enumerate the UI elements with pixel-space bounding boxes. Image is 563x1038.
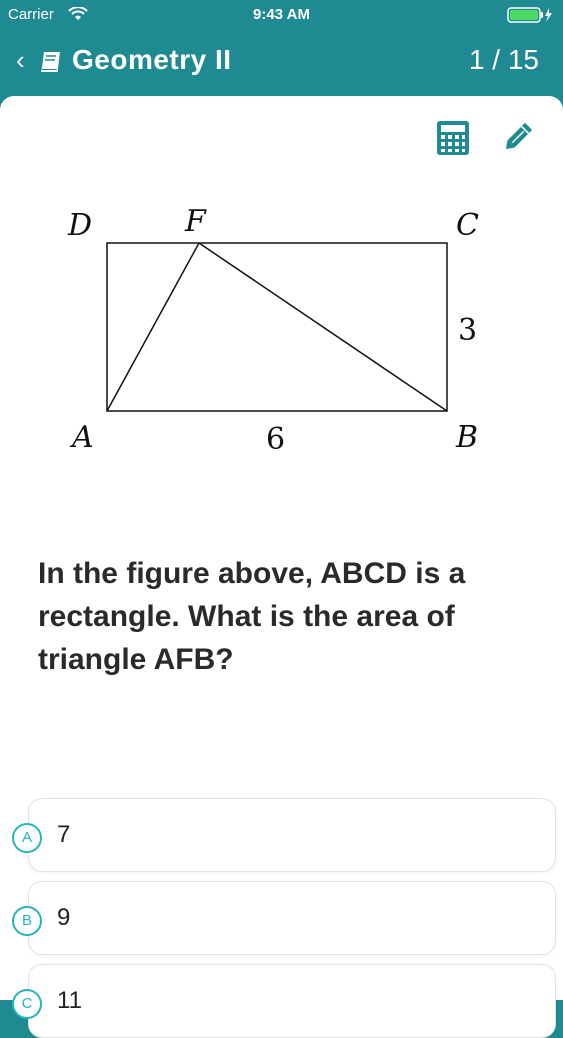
answer-option-b[interactable]: B 9 <box>12 881 556 955</box>
page-title: Geometry II <box>72 44 232 75</box>
calculator-icon[interactable] <box>436 120 470 156</box>
option-value-a: 7 <box>57 821 71 848</box>
book-icon <box>41 52 60 72</box>
answer-option-a[interactable]: A 7 <box>12 798 556 872</box>
label-a: A <box>69 420 94 455</box>
option-letter-b: B <box>12 906 42 936</box>
status-bar: Carrier 9:43 AM <box>0 0 563 28</box>
question-text: In the figure above, ABCD is a rectangle… <box>38 557 466 676</box>
geometry-figure: D F C A B 3 6 <box>67 204 479 457</box>
option-value-c: 11 <box>57 987 82 1014</box>
answer-option-c[interactable]: C 11 <box>12 964 556 1038</box>
rectangle-abcd <box>106 242 448 412</box>
question-counter: 1 / 15 <box>468 44 539 75</box>
segment-fb <box>198 242 448 412</box>
option-value-b: 9 <box>57 904 71 931</box>
status-time: 9:43 AM <box>253 6 310 23</box>
label-c: C <box>456 208 479 243</box>
battery-icon <box>507 7 552 23</box>
label-f: F <box>184 204 207 239</box>
nav-bar: ‹ Geometry II 1 / 15 <box>0 28 563 96</box>
label-side-bc: 3 <box>458 313 477 348</box>
segment-af <box>106 242 200 412</box>
pencil-icon[interactable] <box>500 120 536 154</box>
option-letter-a: A <box>12 823 42 853</box>
back-chevron-icon[interactable]: ‹ <box>16 45 25 75</box>
label-b: B <box>455 420 478 455</box>
label-d: D <box>67 208 92 243</box>
option-letter-c: C <box>12 989 42 1019</box>
label-side-ab: 6 <box>266 422 285 457</box>
